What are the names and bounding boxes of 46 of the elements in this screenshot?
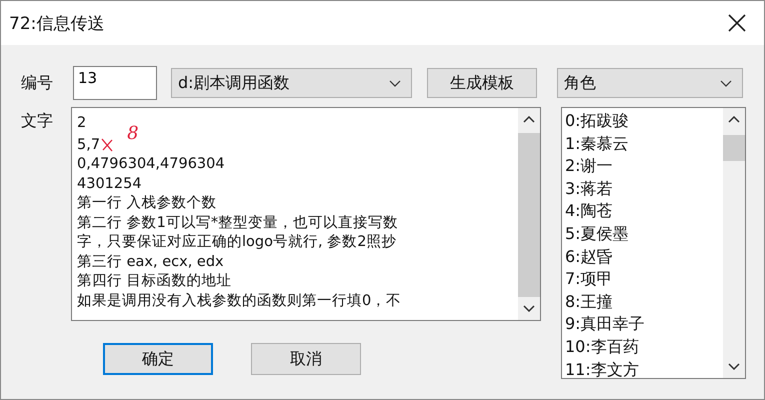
list-item[interactable]: 4:陶苍 xyxy=(565,200,723,223)
scroll-up-icon[interactable] xyxy=(523,116,535,123)
scrollbar-thumb[interactable] xyxy=(518,133,540,297)
text-line: 第三行 eax, ecx, edx xyxy=(77,254,224,270)
list-item[interactable]: 11:李文方 xyxy=(565,358,723,378)
text-area[interactable]: 2 5,7 8 0,4796304,4796304 4301254 第一行 入栈参数个数 第二行 参数1可以写*整型变量，也可以直接写数 字，只要保证对应正确的logo号就行, 参数2照抄 第三行 eax, ecx, edx 第四行 目标函数的地址 如果是调用没有入栈参数的函数则第一行填0，不 xyxy=(71,107,541,321)
window-title: 72:信息传送 xyxy=(9,12,104,34)
scrollbar-thumb[interactable] xyxy=(723,135,745,161)
list-item[interactable]: 9:真田幸子 xyxy=(565,313,723,336)
text-line: 第一行 入栈参数个数 xyxy=(77,195,217,211)
chevron-icon xyxy=(720,80,732,86)
handwritten-note: 8 xyxy=(127,122,139,144)
list-item[interactable]: 7:项甲 xyxy=(565,268,723,291)
cancel-button[interactable]: 取消 xyxy=(251,343,361,375)
generate-template-button[interactable]: 生成模板 xyxy=(427,68,537,98)
list-item[interactable]: 3:蒋若 xyxy=(565,178,723,200)
list-item[interactable]: 0:拓跋骏 xyxy=(565,110,723,133)
number-field[interactable]: 13 xyxy=(73,66,157,100)
scrollbar[interactable] xyxy=(518,108,540,320)
scroll-up-icon[interactable] xyxy=(728,116,740,123)
scroll-down-icon[interactable] xyxy=(523,305,535,312)
text-line: 5,7 xyxy=(77,136,100,152)
text-line: 第二行 参数1可以写*整型变量，也可以直接写数 xyxy=(77,214,398,230)
text-line: 第四行 目标函数的地址 xyxy=(77,273,232,289)
list-item[interactable]: 6:赵昏 xyxy=(565,246,723,268)
ok-button[interactable]: 确定 xyxy=(103,343,213,375)
list-item[interactable]: 2:谢一 xyxy=(565,155,723,178)
number-label: 编号 xyxy=(21,72,54,94)
list-item[interactable]: 8:王撞 xyxy=(565,290,723,314)
text-line: 字，只要保证对应正确的logo号就行, 参数2照抄 xyxy=(77,234,396,250)
list-item[interactable]: 10:李百药 xyxy=(565,336,723,359)
character-list[interactable]: 0:拓跋骏 1:秦慕云 2:谢一 3:蒋若 4:陶苍 5:夏侯墨 6:赵昏 7:项甲 8:王撞 9:真田幸子 10:李百药 11:李文方 xyxy=(561,107,746,379)
category-dropdown[interactable]: 角色 xyxy=(557,68,743,98)
text-line: 如果是调用没有入栈参数的函数则第一行填0，不 xyxy=(77,292,402,308)
strike-mark-icon xyxy=(101,138,114,152)
list-item[interactable]: 1:秦慕云 xyxy=(565,132,723,156)
list-item[interactable]: 5:夏侯墨 xyxy=(565,222,723,246)
script-type-dropdown[interactable]: d:剧本调用函数 xyxy=(171,68,412,98)
text-line: 2 xyxy=(77,115,86,131)
text-label: 文字 xyxy=(21,111,54,132)
chevron-icon xyxy=(389,80,401,86)
text-line: 0,4796304,4796304 xyxy=(77,156,225,172)
text-line: 4301254 xyxy=(77,176,142,192)
scrollbar[interactable] xyxy=(723,108,745,378)
scroll-down-icon[interactable] xyxy=(728,363,740,370)
close-icon[interactable] xyxy=(728,14,746,32)
